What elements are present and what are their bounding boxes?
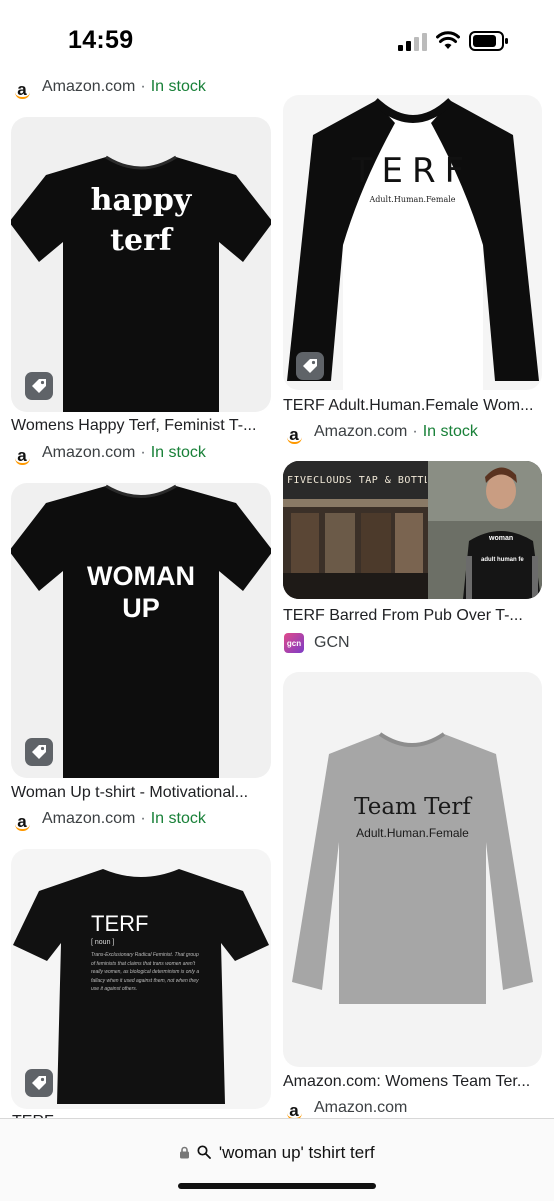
source-name: Amazon.com (42, 78, 136, 95)
source-name: Amazon.com (314, 423, 408, 440)
amazon-icon: a (12, 809, 32, 831)
cellular-signal-icon (398, 33, 427, 51)
source-name: Amazon.com (42, 444, 136, 461)
shirt-text-line-2: terf (110, 223, 172, 258)
shopping-tag-icon (25, 372, 53, 400)
shirt-text-line-2: adult human fe (481, 557, 524, 563)
shirt-text-line-3: Trans-Exclusionary Radical Feminist. Tha… (91, 952, 200, 992)
search-icon (197, 1145, 212, 1159)
stock-status: In stock (150, 78, 206, 95)
result-title[interactable]: TERF Barred From Pub Over T-... (283, 607, 543, 625)
gcn-icon: gcn (284, 633, 304, 653)
shopping-tag-icon (296, 352, 324, 380)
tshirt-image (11, 155, 271, 412)
lock-icon (180, 1146, 190, 1159)
address-bar[interactable]: 'woman up' tshirt terf (0, 1143, 554, 1163)
amazon-icon: a (12, 77, 32, 99)
battery-icon (469, 31, 508, 51)
stock-status: In stock (422, 423, 478, 440)
shirt-text-line-2: Adult.Human.Female (369, 195, 456, 204)
status-time: 14:59 (68, 26, 134, 54)
raglan-shirt-image (287, 98, 539, 390)
shirt-text-line-1: woman (489, 535, 514, 542)
result-source[interactable]: a Amazon.com (284, 1098, 408, 1120)
source-name: Amazon.com (314, 1099, 408, 1116)
home-indicator[interactable] (178, 1183, 376, 1189)
result-title[interactable]: Amazon.com: Womens Team Ter... (283, 1073, 543, 1091)
amazon-icon: a (284, 422, 304, 444)
tshirt-image (11, 484, 271, 778)
source-name: GCN (314, 634, 350, 651)
result-title[interactable]: TERF Adult.Human.Female Wom... (283, 397, 543, 415)
result-image-woman-up[interactable]: WOMAN UP (11, 483, 271, 778)
source-name: Amazon.com (42, 810, 136, 827)
shirt-text-line-1: happy (90, 183, 192, 218)
result-source[interactable]: a Amazon.com · In stock (12, 809, 206, 831)
amazon-icon: a (12, 443, 32, 465)
shirt-text-line-1: Team Terf (354, 794, 471, 820)
separator: · (140, 78, 146, 95)
browser-bottom-bar: 'woman up' tshirt terf (0, 1118, 554, 1201)
stock-status: In stock (150, 810, 206, 827)
result-image-terf-raglan[interactable]: TERF Adult.Human.Female (283, 95, 542, 390)
wifi-icon (436, 31, 460, 49)
longsleeve-shirt-image (292, 732, 533, 1004)
result-source[interactable]: a Amazon.com · In stock (12, 443, 206, 465)
shirt-text-line-1: WOMAN (87, 561, 195, 591)
separator: · (412, 423, 418, 440)
result-image-team-terf[interactable]: Team Terf Adult.Human.Female (283, 672, 542, 1067)
shopping-tag-icon (25, 738, 53, 766)
separator: · (140, 810, 146, 827)
shirt-text-line-2: UP (122, 593, 160, 623)
separator: · (140, 444, 146, 461)
result-title[interactable]: Woman Up t-shirt - Motivational... (11, 784, 273, 802)
address-text: 'woman up' tshirt terf (218, 1143, 375, 1162)
shirt-text-line-2: Adult.Human.Female (356, 826, 469, 840)
status-bar: 14:59 (0, 0, 554, 80)
result-title[interactable]: Womens Happy Terf, Feminist T-... (11, 417, 273, 435)
shirt-text-line-1: TERF (351, 151, 474, 191)
shirt-text-line-1: TERF (91, 911, 149, 936)
result-image-pub-photo[interactable]: FIVECLOUDS TAP & BOTTLE woman adult huma… (283, 461, 542, 599)
result-image-happy-terf[interactable]: happy terf (11, 117, 271, 412)
shopping-tag-icon (25, 1069, 53, 1097)
result-source[interactable]: gcn GCN (284, 633, 350, 653)
pub-sign-text: FIVECLOUDS TAP & BOTTLE (287, 475, 427, 486)
stock-status: In stock (150, 444, 206, 461)
result-source[interactable]: a Amazon.com · In stock (284, 422, 478, 444)
result-image-terf-definition[interactable]: TERF [ noun ] Trans-Exclusionary Radical… (11, 849, 271, 1109)
amazon-icon: a (284, 1098, 304, 1120)
shirt-text-line-2: [ noun ] (91, 939, 115, 946)
